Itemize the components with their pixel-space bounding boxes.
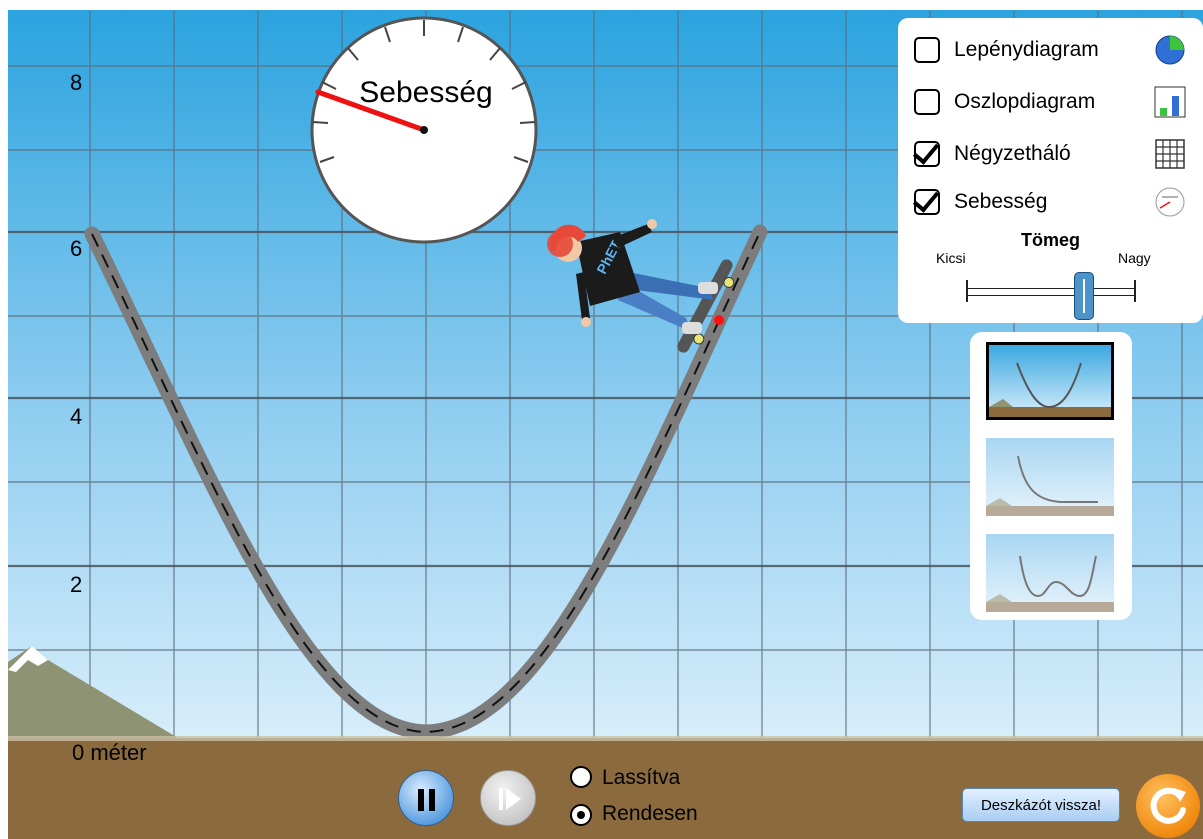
grid-icon (1155, 139, 1185, 169)
speedometer-title: Sebesség (359, 76, 492, 109)
slow-motion-label: Lassítva (602, 766, 681, 789)
pause-button[interactable] (398, 770, 454, 826)
speedometer-icon (1155, 187, 1185, 217)
height-label-zero: 0 méter (72, 740, 147, 765)
reset-all-button[interactable] (1136, 774, 1200, 838)
track-selector (970, 332, 1132, 620)
mass-min-label: Kicsi (936, 250, 966, 266)
bar-chart-checkbox[interactable] (914, 89, 940, 115)
pie-chart-toggle[interactable]: Lepénydiagram (914, 32, 1099, 68)
normal-speed-label: Rendesen (602, 802, 698, 825)
normal-speed-radio[interactable] (570, 804, 592, 826)
step-button[interactable] (480, 770, 536, 826)
mass-max-label: Nagy (1118, 250, 1151, 266)
slow-motion-radio[interactable] (570, 766, 592, 788)
speed-toggle[interactable]: Sebesség (914, 184, 1047, 220)
bar-chart-label: Oszlopdiagram (954, 90, 1096, 113)
track-preview-double-well (986, 534, 1114, 612)
grid-checkbox[interactable] (914, 141, 940, 167)
height-label-2: 2 (70, 572, 83, 597)
mass-title: Tömeg (1020, 230, 1080, 250)
height-label-8: 8 (70, 70, 83, 95)
pie-chart-label: Lepénydiagram (954, 38, 1099, 61)
speedometer: Sebesség (310, 16, 538, 244)
mass-slider-track[interactable] (966, 288, 1136, 296)
return-skater-button[interactable]: Deszkázót vissza! (962, 788, 1120, 822)
track-option-parabola[interactable] (986, 342, 1114, 420)
pie-chart-icon (1155, 35, 1185, 65)
track-option-double-well[interactable] (986, 534, 1114, 612)
height-label-6: 6 (70, 236, 83, 261)
track-preview-parabola (989, 345, 1111, 417)
step-icon (499, 788, 521, 810)
control-panel: Lepénydiagram Oszlopdiagram Négyzetháló (898, 18, 1203, 323)
height-label-4: 4 (70, 404, 83, 429)
pause-icon-bar-left (418, 789, 424, 811)
mass-slider-thumb[interactable] (1073, 272, 1094, 320)
track-option-ramp[interactable] (986, 438, 1114, 516)
reset-icon (1150, 787, 1186, 824)
pause-icon-bar-right (429, 789, 435, 811)
speed-checkbox[interactable] (914, 189, 940, 215)
mass-slider-max-tick (1134, 280, 1136, 302)
track-preview-ramp (986, 438, 1114, 516)
bar-chart-icon (1154, 86, 1186, 118)
grid-toggle[interactable]: Négyzetháló (914, 136, 1071, 172)
pie-chart-checkbox[interactable] (914, 37, 940, 63)
grid-label: Négyzetháló (954, 142, 1071, 165)
bar-chart-toggle[interactable]: Oszlopdiagram (914, 84, 1095, 120)
speed-label: Sebesség (954, 190, 1048, 213)
simulation-stage: Sebesség PhET 8 6 4 2 0 méter Lepénydiag… (8, 10, 1203, 839)
mass-slider-min-tick (966, 280, 968, 302)
